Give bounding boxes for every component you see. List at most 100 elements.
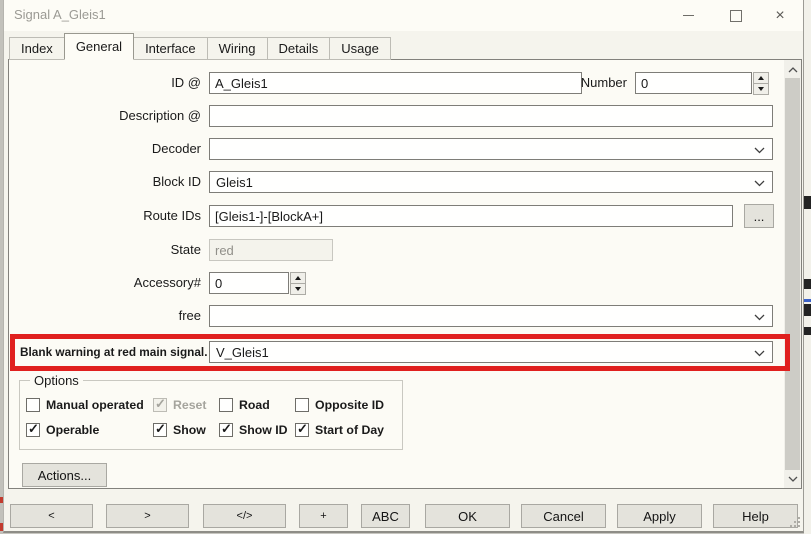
tab-details[interactable]: Details bbox=[267, 37, 331, 60]
checkmark-icon: ✓ bbox=[155, 396, 166, 412]
accessory-spin-down-button[interactable] bbox=[290, 283, 306, 295]
checkbox-box: ✓ bbox=[153, 423, 167, 437]
description-label: Description @ bbox=[9, 105, 201, 127]
number-spin-down-button[interactable] bbox=[753, 83, 769, 95]
screenshot-root: Signal A_Gleis1 × Index General Interfac… bbox=[0, 0, 811, 534]
add-button-label: + bbox=[320, 510, 326, 522]
background-artifact bbox=[804, 304, 811, 316]
maximize-button[interactable] bbox=[714, 0, 758, 31]
checkbox-manual-operated[interactable]: ✓ Manual operated bbox=[26, 397, 144, 413]
checkbox-box: ✓ bbox=[26, 398, 40, 412]
scroll-up-button[interactable] bbox=[784, 61, 801, 78]
chevron-down-icon bbox=[754, 314, 765, 321]
background-artifact bbox=[804, 299, 811, 302]
code-button[interactable]: </> bbox=[203, 504, 286, 528]
background-sliver-right bbox=[804, 0, 811, 534]
checkbox-box: ✓ bbox=[219, 423, 233, 437]
signal-properties-dialog: Signal A_Gleis1 × Index General Interfac… bbox=[3, 0, 804, 533]
triangle-down-icon bbox=[295, 287, 301, 291]
checkbox-opposite-id[interactable]: ✓ Opposite ID bbox=[295, 397, 384, 413]
state-input bbox=[209, 239, 333, 261]
route-ids-input[interactable] bbox=[209, 205, 733, 227]
blank-warning-combobox[interactable]: V_Gleis1 bbox=[209, 341, 773, 363]
number-input[interactable] bbox=[635, 72, 752, 94]
general-tab-panel: ID @ Number Description @ Decoder Block … bbox=[8, 59, 802, 489]
options-group-title: Options bbox=[30, 373, 83, 388]
checkmark-icon: ✓ bbox=[28, 421, 39, 437]
blank-warning-value: V_Gleis1 bbox=[216, 344, 269, 361]
abc-button-label: ABC bbox=[372, 509, 399, 524]
apply-button-label: Apply bbox=[643, 509, 676, 524]
chevron-down-icon bbox=[754, 147, 765, 154]
vertical-scrollbar[interactable] bbox=[784, 60, 801, 488]
checkbox-box: ✓ bbox=[295, 423, 309, 437]
free-combobox[interactable] bbox=[209, 305, 773, 327]
checkbox-road[interactable]: ✓ Road bbox=[219, 397, 270, 413]
tab-strip: Index General Interface Wiring Details U… bbox=[9, 33, 390, 60]
checkbox-show[interactable]: ✓ Show bbox=[153, 422, 206, 438]
tab-general[interactable]: General bbox=[64, 33, 134, 60]
chevron-down-icon bbox=[754, 180, 765, 187]
close-button[interactable]: × bbox=[758, 0, 802, 31]
ok-button[interactable]: OK bbox=[425, 504, 510, 528]
accessory-input[interactable] bbox=[209, 272, 289, 294]
block-id-value: Gleis1 bbox=[216, 174, 253, 191]
apply-button[interactable]: Apply bbox=[617, 504, 702, 528]
add-button[interactable]: + bbox=[299, 504, 348, 528]
checkbox-start-of-day[interactable]: ✓ Start of Day bbox=[295, 422, 384, 438]
abc-button[interactable]: ABC bbox=[361, 504, 410, 528]
free-label: free bbox=[9, 305, 201, 327]
accessory-label: Accessory# bbox=[9, 272, 201, 294]
code-button-label: </> bbox=[237, 510, 253, 522]
cancel-button[interactable]: Cancel bbox=[521, 504, 606, 528]
route-ids-label: Route IDs bbox=[9, 205, 201, 227]
number-label: Number bbox=[435, 72, 627, 94]
checkbox-show-id[interactable]: ✓ Show ID bbox=[219, 422, 288, 438]
tab-index[interactable]: Index bbox=[9, 37, 65, 60]
scrollbar-thumb[interactable] bbox=[785, 78, 800, 470]
triangle-up-icon bbox=[295, 276, 301, 280]
checkbox-box: ✓ bbox=[295, 398, 309, 412]
resize-grip-icon bbox=[798, 525, 800, 527]
decoder-combobox[interactable] bbox=[209, 138, 773, 160]
checkbox-box: ✓ bbox=[219, 398, 233, 412]
cancel-button-label: Cancel bbox=[543, 509, 583, 524]
options-group: Options ✓ Manual operated ✓ Reset ✓ Road… bbox=[19, 380, 403, 450]
checkbox-operable[interactable]: ✓ Operable bbox=[26, 422, 99, 438]
close-icon: × bbox=[775, 8, 784, 24]
checkmark-icon: ✓ bbox=[155, 421, 166, 437]
chevron-down-icon bbox=[788, 476, 798, 482]
actions-button-label: Actions... bbox=[38, 468, 91, 483]
prev-button[interactable]: < bbox=[10, 504, 93, 528]
blank-warning-label: Blank warning at red main signal. bbox=[20, 341, 207, 363]
scroll-down-button[interactable] bbox=[784, 470, 801, 487]
triangle-up-icon bbox=[758, 76, 764, 80]
block-id-combobox[interactable]: Gleis1 bbox=[209, 171, 773, 193]
decoder-label: Decoder bbox=[9, 138, 201, 160]
help-button[interactable]: Help bbox=[713, 504, 798, 528]
accessory-spinner bbox=[290, 272, 306, 295]
description-input[interactable] bbox=[209, 105, 773, 127]
background-artifact bbox=[804, 279, 811, 289]
chevron-down-icon bbox=[754, 350, 765, 357]
ok-button-label: OK bbox=[458, 509, 477, 524]
help-button-label: Help bbox=[742, 509, 769, 524]
tab-interface[interactable]: Interface bbox=[133, 37, 208, 60]
background-artifact bbox=[804, 327, 811, 335]
resize-grip[interactable] bbox=[788, 515, 800, 527]
tab-usage[interactable]: Usage bbox=[329, 37, 391, 60]
actions-button[interactable]: Actions... bbox=[22, 463, 107, 487]
route-ids-browse-button[interactable]: ... bbox=[744, 204, 774, 228]
minimize-icon bbox=[683, 15, 694, 16]
id-label: ID @ bbox=[9, 72, 201, 94]
tab-wiring[interactable]: Wiring bbox=[207, 37, 268, 60]
next-button[interactable]: > bbox=[106, 504, 189, 528]
checkbox-reset: ✓ Reset bbox=[153, 397, 207, 413]
triangle-down-icon bbox=[758, 87, 764, 91]
minimize-button[interactable] bbox=[666, 0, 710, 31]
next-button-label: > bbox=[144, 510, 150, 522]
chevron-up-icon bbox=[788, 67, 798, 73]
ellipsis-icon: ... bbox=[754, 209, 765, 224]
checkmark-icon: ✓ bbox=[221, 421, 232, 437]
titlebar[interactable]: Signal A_Gleis1 × bbox=[4, 0, 803, 31]
